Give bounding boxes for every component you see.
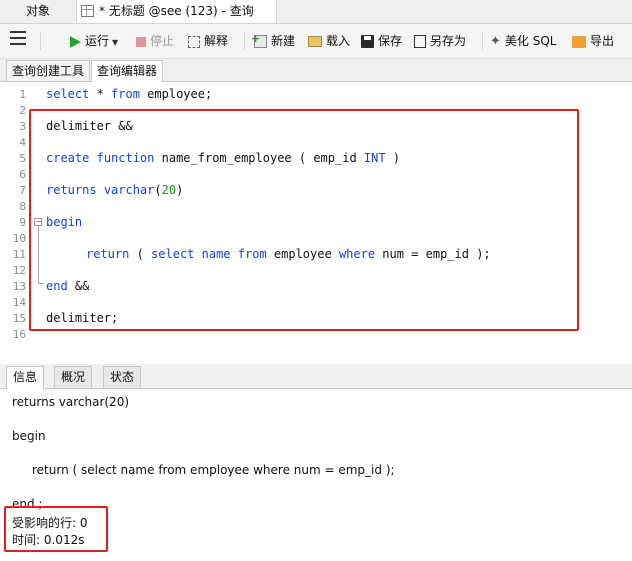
save-as-icon xyxy=(414,35,426,48)
line-number: 12 xyxy=(12,264,26,277)
tab-status[interactable]: 状态 xyxy=(103,366,142,388)
save-button[interactable]: 保存 xyxy=(361,32,402,50)
output-line: return ( select name from employee where… xyxy=(32,463,395,477)
tab-query-editor[interactable]: 查询编辑器 xyxy=(91,60,164,82)
line-number: 1 xyxy=(19,88,26,101)
output-line: begin xyxy=(12,429,46,443)
line-number: 3 xyxy=(19,120,26,133)
export-label: 导出 xyxy=(590,34,615,48)
load-icon xyxy=(308,36,322,47)
beautify-label: 美化 SQL xyxy=(504,34,557,48)
tab-overview[interactable]: 概况 xyxy=(54,366,93,388)
tab-query[interactable]: * 无标题 @see (123) - 查询 xyxy=(77,0,277,23)
save-icon xyxy=(361,35,374,48)
line-number: 2 xyxy=(19,104,26,117)
new-button[interactable]: 新建 xyxy=(251,30,296,50)
explain-button[interactable]: 解释 xyxy=(188,32,228,50)
chevron-down-icon[interactable]: ▼ xyxy=(112,38,118,47)
line-number: 14 xyxy=(12,296,26,309)
line-number: 11 xyxy=(12,248,26,261)
save-as-label: 另存为 xyxy=(430,34,467,48)
explain-label: 解释 xyxy=(204,34,229,48)
save-label: 保存 xyxy=(378,34,403,48)
stop-label: 停止 xyxy=(150,34,175,48)
line-number: 13 xyxy=(12,280,26,293)
editor-tab-bar: 查询创建工具 查询编辑器 xyxy=(0,59,632,82)
load-button[interactable]: 载入 xyxy=(308,32,350,50)
sql-editor[interactable]: 1 2 3 4 5 6 7 8 9 10 11 12 13 14 15 16 −… xyxy=(0,82,632,360)
stop-icon xyxy=(136,36,146,47)
load-label: 载入 xyxy=(326,34,351,48)
line-number: 9 xyxy=(19,216,26,229)
highlight-box-code xyxy=(29,109,579,331)
new-label: 新建 xyxy=(271,34,296,48)
menu-icon[interactable] xyxy=(10,31,26,45)
tab-objects[interactable]: 对象 xyxy=(0,0,77,23)
tab-query-label: * 无标题 @see (123) - 查询 xyxy=(99,4,254,18)
table-icon xyxy=(81,5,94,17)
run-button[interactable]: 运行 ▼ xyxy=(70,32,118,50)
line-number: 6 xyxy=(19,168,26,181)
explain-icon xyxy=(188,35,200,48)
save-as-button[interactable]: 另存为 xyxy=(414,32,466,50)
line-number: 5 xyxy=(19,152,26,165)
line-number: 8 xyxy=(19,200,26,213)
run-icon xyxy=(70,35,81,48)
run-label: 运行 xyxy=(85,34,110,48)
beautify-sql-button[interactable]: ✦ 美化 SQL xyxy=(490,32,556,50)
tab-query-builder[interactable]: 查询创建工具 xyxy=(6,60,91,81)
highlight-box-result xyxy=(4,506,108,552)
beautify-icon: ✦ xyxy=(490,33,501,49)
window-tab-bar: 对象 * 无标题 @see (123) - 查询 xyxy=(0,0,632,24)
result-tab-bar: 信息 概况 状态 xyxy=(0,364,632,389)
line-number: 4 xyxy=(19,136,26,149)
message-output: returns varchar(20) begin return ( selec… xyxy=(0,389,632,561)
export-icon xyxy=(572,35,586,48)
tab-info[interactable]: 信息 xyxy=(6,366,45,389)
line-number: 16 xyxy=(12,328,26,341)
export-button[interactable]: 导出 xyxy=(572,32,614,50)
new-icon xyxy=(251,30,267,48)
code-line-1: select * from employee; xyxy=(46,87,213,101)
stop-button[interactable]: 停止 xyxy=(136,32,174,50)
line-number: 10 xyxy=(12,232,26,245)
line-number: 15 xyxy=(12,312,26,325)
output-line: returns varchar(20) xyxy=(12,395,130,409)
toolbar: 运行▼ 停止 解释 新建 载入 保存 另存为 ✦美化 SQL 导出 xyxy=(0,24,632,59)
line-number: 7 xyxy=(19,184,26,197)
